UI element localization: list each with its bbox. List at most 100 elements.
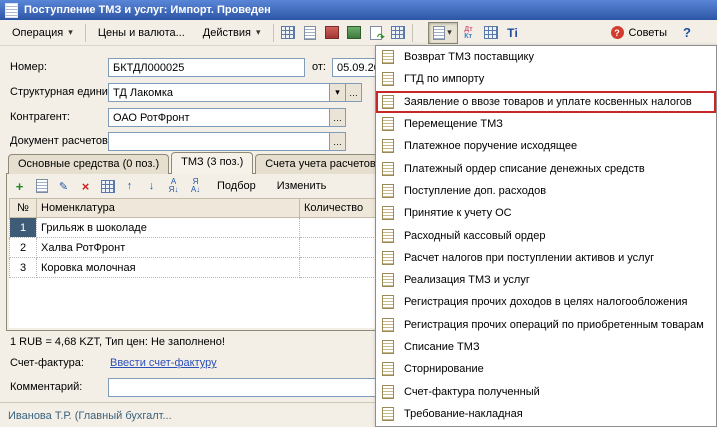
- move-down-button[interactable]: ↓: [141, 176, 162, 197]
- order-settings-button[interactable]: [97, 176, 118, 197]
- actions-menu-button[interactable]: Действия ▾: [194, 23, 270, 43]
- currency-rate-info: 1 RUB = 4,68 KZT, Тип цен: Не заполнено!: [10, 336, 225, 348]
- delete-row-button[interactable]: ×: [75, 176, 96, 197]
- sort-desc-icon: ЯА↓: [191, 178, 200, 194]
- sort-asc-button[interactable]: АЯ↓: [163, 176, 184, 197]
- add-row-button[interactable]: +: [9, 176, 30, 197]
- menu-item-move-tmz[interactable]: Перемещение ТМЗ: [376, 113, 716, 135]
- arrow-up-icon: ↑: [127, 180, 133, 192]
- red-book-icon-button[interactable]: [321, 22, 343, 44]
- menu-item-additional-expenses[interactable]: Поступление доп. расходов: [376, 180, 716, 202]
- help-icon: ?: [683, 25, 691, 40]
- document-icon: [382, 273, 394, 287]
- document-icon: [382, 117, 394, 131]
- help-button[interactable]: ?: [676, 22, 698, 44]
- grid-icon: [101, 180, 115, 193]
- title-bar: Поступление ТМЗ и услуг: Импорт. Проведе…: [0, 0, 717, 20]
- red-book-icon: [325, 26, 339, 39]
- tab-settlement-accounts[interactable]: Счета учета расчетов: [255, 154, 385, 174]
- document-icon: [382, 340, 394, 354]
- menu-item-cash-expense-order[interactable]: Расходный кассовый ордер: [376, 224, 716, 246]
- menu-item-other-operations-registration[interactable]: Регистрация прочих операций по приобрете…: [376, 314, 716, 336]
- menu-item-accept-fixed-asset[interactable]: Принятие к учету ОС: [376, 202, 716, 224]
- menu-item-import-declaration[interactable]: Заявление о ввозе товаров и уплате косве…: [376, 91, 716, 113]
- chevron-down-icon: ▾: [447, 27, 452, 38]
- chevron-down-icon: ▾: [256, 27, 261, 38]
- enter-invoice-link[interactable]: Ввести счет-фактуру: [110, 357, 217, 369]
- document-icon: [382, 385, 394, 399]
- col-header-num[interactable]: №: [10, 199, 37, 218]
- menu-item-received-invoice[interactable]: Счет-фактура полученный: [376, 380, 716, 402]
- delete-icon: ×: [82, 179, 90, 194]
- operation-menu-button[interactable]: Операция ▾: [3, 23, 82, 43]
- create-based-on-icon: [433, 26, 445, 40]
- document-icon: [304, 26, 316, 40]
- menu-item-gtd-import[interactable]: ГТД по импорту: [376, 68, 716, 90]
- totals-icon: Тi: [507, 26, 518, 40]
- add-copy-button[interactable]: [31, 176, 52, 197]
- table-icon-button[interactable]: [387, 22, 409, 44]
- settlement-select-button[interactable]: …: [329, 132, 346, 151]
- unit-label: Структурная единица:: [10, 86, 123, 98]
- menu-item-payment-order-writeoff[interactable]: Платежный ордер списание денежных средст…: [376, 157, 716, 179]
- menu-item-return-to-supplier[interactable]: Возврат ТМЗ поставщику: [376, 46, 716, 68]
- grid-icon: [281, 26, 295, 39]
- document-icon: [382, 50, 394, 64]
- pick-button[interactable]: Подбор: [207, 177, 266, 195]
- create-based-on-menu: Возврат ТМЗ поставщику ГТД по импорту За…: [375, 45, 717, 427]
- document-icon: [382, 206, 394, 220]
- contractor-select-button[interactable]: …: [329, 108, 346, 127]
- grid-icon-button[interactable]: [277, 22, 299, 44]
- sort-asc-icon: АЯ↓: [169, 178, 179, 194]
- totals-button[interactable]: Тi: [502, 22, 524, 44]
- responsible-user: Иванова Т.Р. (Главный бухгалт...: [8, 410, 172, 422]
- unit-input[interactable]: [108, 83, 330, 102]
- edit-row-button[interactable]: ✎: [53, 176, 74, 197]
- menu-item-requisition-invoice[interactable]: Требование-накладная: [376, 403, 716, 425]
- menu-item-outgoing-payment-order[interactable]: Платежное поручение исходящее: [376, 135, 716, 157]
- contractor-input[interactable]: [108, 108, 330, 127]
- document-icon-button[interactable]: [299, 22, 321, 44]
- prices-currency-button[interactable]: Цены и валюта...: [89, 23, 194, 43]
- document-icon: [5, 3, 18, 18]
- tips-button[interactable]: ? Советы: [602, 22, 676, 43]
- arrow-down-icon: ↓: [149, 180, 155, 192]
- menu-item-other-income-registration[interactable]: Регистрация прочих доходов в целях налог…: [376, 291, 716, 313]
- pencil-icon: ✎: [59, 180, 68, 193]
- menu-item-reversal[interactable]: Сторнирование: [376, 358, 716, 380]
- tab-fixed-assets[interactable]: Основные средства (0 поз.): [8, 154, 169, 174]
- list-icon-button[interactable]: [480, 22, 502, 44]
- menu-item-tax-calculation[interactable]: Расчет налогов при поступлении активов и…: [376, 247, 716, 269]
- settlement-doc-label: Документ расчетов:: [10, 135, 111, 147]
- comment-label: Комментарий:: [10, 381, 82, 393]
- plus-icon: +: [16, 179, 24, 194]
- number-input[interactable]: [108, 58, 305, 77]
- document-icon: [382, 72, 394, 86]
- window-title: Поступление ТМЗ и услуг: Импорт. Проведе…: [24, 4, 271, 16]
- copy-icon: [36, 179, 48, 193]
- dt-kt-button[interactable]: ДтКт: [458, 22, 480, 44]
- settlement-doc-input[interactable]: [108, 132, 330, 151]
- tab-tmz[interactable]: ТМЗ (3 поз.): [171, 152, 253, 174]
- document-icon: [382, 362, 394, 376]
- contractor-label: Контрагент:: [10, 111, 70, 123]
- unit-select-button[interactable]: …: [345, 83, 362, 102]
- sort-desc-button[interactable]: ЯА↓: [185, 176, 206, 197]
- unit-dropdown-button[interactable]: ▾: [329, 83, 346, 102]
- menu-item-writeoff-tmz[interactable]: Списание ТМЗ: [376, 336, 716, 358]
- tips-icon: ?: [611, 26, 624, 39]
- menu-item-sale-tmz-services[interactable]: Реализация ТМЗ и услуг: [376, 269, 716, 291]
- col-header-nomenclature[interactable]: Номенклатура: [37, 199, 300, 218]
- toolbar-separator: [412, 24, 413, 42]
- move-up-button[interactable]: ↑: [119, 176, 140, 197]
- document-icon: [382, 184, 394, 198]
- document-window: Поступление ТМЗ и услуг: Импорт. Проведе…: [0, 0, 717, 427]
- doc-arrow-icon-button[interactable]: [365, 22, 387, 44]
- change-button[interactable]: Изменить: [267, 177, 337, 195]
- green-book-icon: [347, 26, 361, 39]
- green-book-icon-button[interactable]: [343, 22, 365, 44]
- document-icon: [382, 162, 394, 176]
- create-based-on-button[interactable]: ▾: [428, 22, 458, 44]
- chevron-down-icon: ▾: [68, 27, 73, 38]
- toolbar-separator: [85, 24, 86, 42]
